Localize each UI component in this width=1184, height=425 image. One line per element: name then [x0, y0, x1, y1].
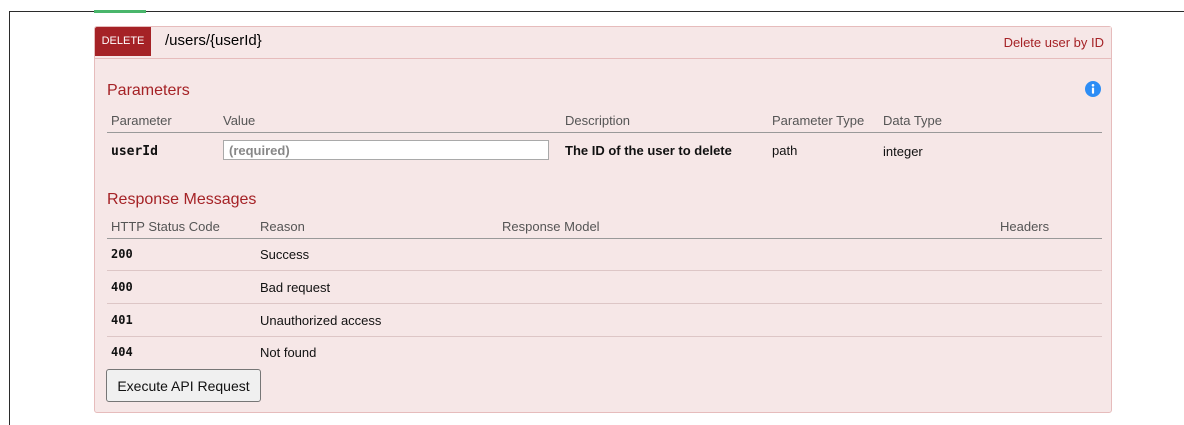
operation-panel: DELETE /users/{userId} Delete user by ID…	[94, 26, 1112, 413]
param-header-divider	[107, 132, 1102, 133]
frame-left-border	[9, 11, 10, 425]
resp-col-response-model: Response Model	[502, 219, 600, 234]
execute-api-request-button[interactable]: Execute API Request	[106, 369, 261, 402]
param-col-value: Value	[223, 113, 256, 128]
userid-input[interactable]	[223, 140, 549, 160]
param-description: The ID of the user to delete	[565, 143, 732, 158]
resp-col-reason: Reason	[260, 219, 305, 234]
param-type: path	[772, 143, 798, 158]
param-name: userId	[111, 144, 158, 159]
status-code: 404	[111, 345, 133, 359]
response-messages-title: Response Messages	[107, 191, 257, 208]
resp-col-headers: Headers	[1000, 219, 1050, 234]
operation-summary[interactable]: Delete user by ID	[1004, 35, 1104, 50]
status-code: 400	[111, 280, 133, 294]
row-divider	[107, 336, 1102, 337]
status-reason: Not found	[260, 345, 317, 360]
status-reason: Bad request	[260, 280, 331, 295]
row-divider	[107, 270, 1102, 271]
http-method-badge[interactable]: DELETE	[95, 27, 151, 56]
endpoint-path[interactable]: /users/{userId}	[165, 32, 262, 49]
param-col-parameter: Parameter	[111, 113, 172, 128]
previous-operation-edge	[94, 10, 146, 13]
param-col-data-type: Data Type	[883, 113, 943, 128]
resp-header-divider	[107, 238, 1102, 239]
status-reason: Unauthorized access	[260, 313, 382, 328]
param-data-type: integer	[883, 144, 923, 159]
resp-col-status-code: HTTP Status Code	[111, 219, 220, 234]
status-reason: Success	[260, 247, 310, 262]
info-icon[interactable]	[1085, 81, 1101, 97]
parameters-title: Parameters	[107, 82, 190, 99]
status-code: 401	[111, 313, 133, 327]
status-code: 200	[111, 247, 133, 261]
frame-top-border	[9, 11, 1184, 12]
param-col-parameter-type: Parameter Type	[772, 113, 865, 128]
operation-header[interactable]: DELETE /users/{userId} Delete user by ID	[95, 27, 1111, 59]
param-col-description: Description	[565, 113, 631, 128]
row-divider	[107, 303, 1102, 304]
